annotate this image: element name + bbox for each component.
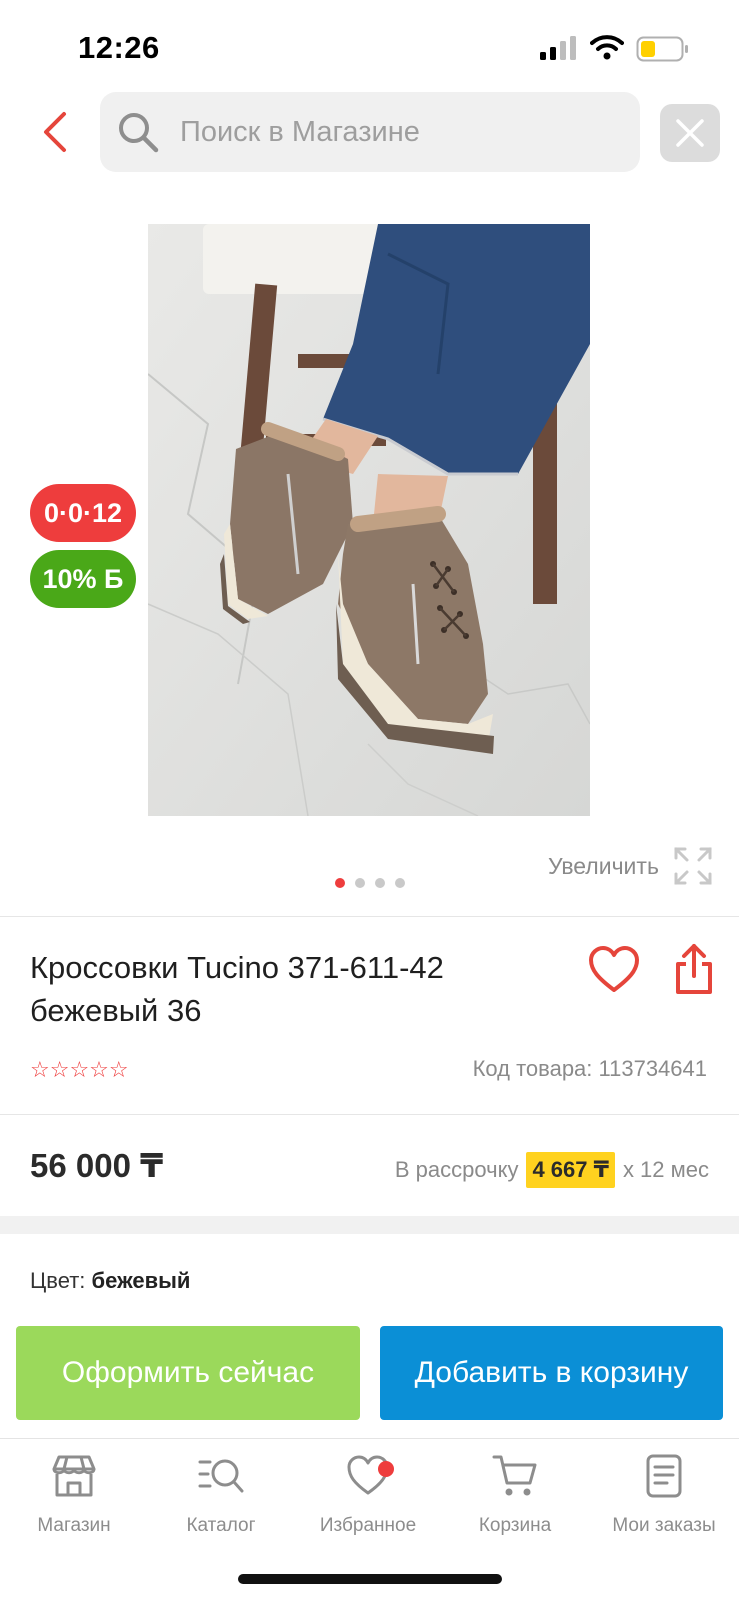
share-button[interactable] bbox=[674, 942, 714, 996]
tab-label: Мои заказы bbox=[612, 1515, 716, 1536]
product-title-line1: Кроссовки Tucino 371-611-42 bbox=[30, 950, 444, 985]
heart-icon bbox=[589, 946, 639, 992]
search-input[interactable] bbox=[180, 92, 630, 172]
divider bbox=[0, 1114, 739, 1115]
product-price: 56 000 ₸ bbox=[30, 1147, 164, 1184]
tab-store[interactable]: Магазин bbox=[4, 1453, 144, 1537]
star-icon: ☆☆☆☆☆ bbox=[30, 1057, 129, 1082]
close-button[interactable] bbox=[660, 104, 720, 162]
product-title: Кроссовки Tucino 371-611-42 бежевый 36 bbox=[30, 946, 550, 1032]
home-indicator[interactable] bbox=[238, 1574, 502, 1584]
color-label: Цвет: bbox=[30, 1268, 86, 1293]
bottom-tab-bar: Магазин Каталог Избранное Корзина Мои за… bbox=[0, 1438, 739, 1558]
installment-suffix: x 12 мес bbox=[622, 1157, 709, 1182]
tab-label: Корзина bbox=[478, 1515, 552, 1536]
tab-favorites[interactable]: Избранное bbox=[298, 1453, 438, 1537]
search-bar[interactable] bbox=[100, 92, 640, 172]
tab-label: Магазин bbox=[37, 1515, 111, 1536]
pagination-dot[interactable] bbox=[375, 878, 385, 888]
installment-amount: 4 667 ₸ bbox=[526, 1152, 615, 1188]
installment-badge: 0·0·12 bbox=[30, 484, 136, 542]
store-icon bbox=[52, 1455, 96, 1497]
tab-orders[interactable]: Мои заказы bbox=[594, 1453, 734, 1537]
pagination-dot[interactable] bbox=[355, 878, 365, 888]
cart-icon bbox=[492, 1455, 537, 1496]
wifi-icon bbox=[590, 35, 624, 60]
orders-list-icon bbox=[646, 1454, 682, 1498]
tab-label: Каталог bbox=[186, 1515, 256, 1536]
color-value: бежевый bbox=[91, 1268, 191, 1293]
sneakers-photo-illustration bbox=[148, 224, 590, 816]
rating-stars[interactable]: ☆☆☆☆☆ bbox=[30, 1058, 129, 1082]
status-bar: 12:26 bbox=[0, 0, 739, 92]
section-separator bbox=[0, 1216, 739, 1234]
zoom-label: Увеличить bbox=[548, 852, 659, 879]
expand-icon bbox=[674, 847, 712, 885]
gallery-pagination bbox=[335, 878, 405, 888]
product-sku: Код товара: 113734641 bbox=[472, 1056, 707, 1081]
search-icon bbox=[119, 113, 159, 153]
catalog-search-icon bbox=[198, 1459, 244, 1493]
notification-dot bbox=[378, 1461, 394, 1477]
favorite-button[interactable] bbox=[588, 946, 640, 994]
installment-info[interactable]: В рассрочку 4 667 ₸ x 12 мес bbox=[395, 1152, 709, 1188]
bonus-badge: 10% Б bbox=[30, 550, 136, 608]
zoom-button[interactable]: Увеличить bbox=[548, 846, 713, 886]
pagination-dot[interactable] bbox=[395, 878, 405, 888]
product-title-line2: бежевый 36 bbox=[30, 993, 202, 1028]
checkout-now-button[interactable]: Оформить сейчас bbox=[16, 1326, 360, 1420]
chevron-left-icon bbox=[44, 112, 66, 152]
share-icon bbox=[676, 944, 712, 994]
divider bbox=[0, 916, 739, 917]
tab-label: Избранное bbox=[319, 1515, 417, 1536]
battery-icon bbox=[636, 36, 688, 62]
status-time: 12:26 bbox=[78, 30, 160, 65]
tab-catalog[interactable]: Каталог bbox=[151, 1453, 291, 1537]
installment-prefix: В рассрочку bbox=[394, 1157, 519, 1182]
cellular-signal-icon bbox=[540, 36, 576, 60]
pagination-dot-active[interactable] bbox=[335, 878, 345, 888]
tab-cart[interactable]: Корзина bbox=[445, 1453, 585, 1537]
back-button[interactable] bbox=[30, 104, 78, 160]
close-icon bbox=[676, 119, 704, 147]
color-selector[interactable]: Цвет: бежевый bbox=[30, 1268, 190, 1294]
add-to-cart-button[interactable]: Добавить в корзину bbox=[380, 1326, 723, 1420]
product-photo[interactable] bbox=[148, 224, 590, 816]
